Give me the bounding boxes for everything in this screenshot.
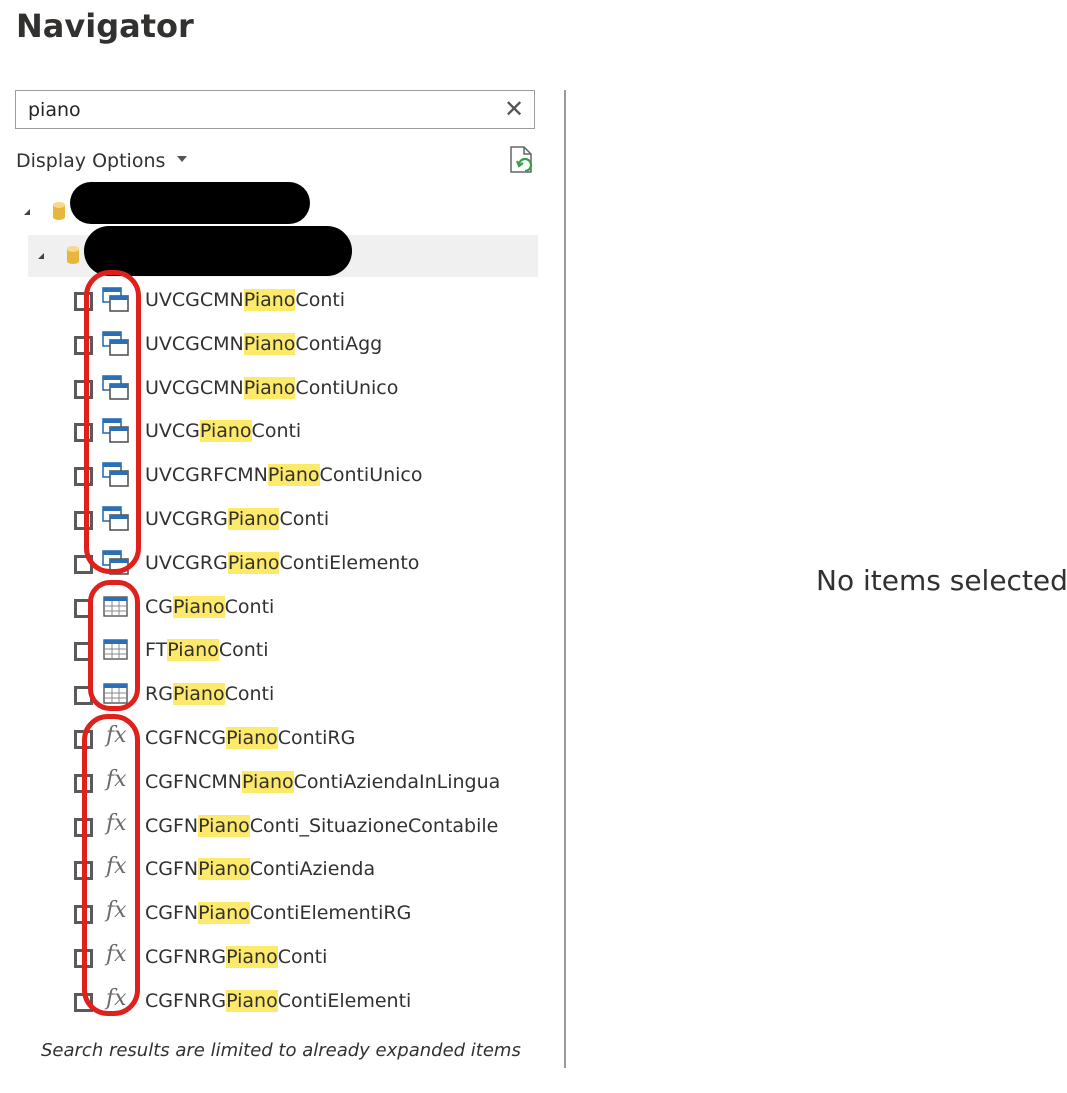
annotation-circle-views (84, 270, 141, 574)
list-item[interactable]: fx CGFNRGPianoContiElementi (70, 982, 540, 1022)
list-item[interactable]: fx CGFNPianoContiElementiRG (70, 894, 540, 934)
list-item[interactable]: RGPianoConti (70, 675, 540, 715)
caret-down-icon (177, 155, 188, 162)
search-highlight: Piano (226, 946, 278, 968)
search-highlight: Piano (199, 420, 252, 442)
item-label: UVCGCMNPianoContiUnico (145, 377, 399, 399)
search-highlight: Piano (243, 289, 296, 311)
redaction-mark (84, 226, 352, 276)
item-label: CGFNRGPianoConti (145, 946, 328, 968)
expand-triangle-icon[interactable] (38, 253, 44, 259)
search-highlight: Piano (173, 596, 225, 618)
database-icon (67, 246, 79, 264)
display-options-dropdown[interactable]: Display Options (16, 148, 188, 174)
list-item[interactable]: fx CGFNPianoContiAzienda (70, 850, 540, 890)
item-label: CGFNPianoContiElementiRG (145, 902, 412, 924)
refresh-document-icon[interactable] (508, 145, 536, 175)
display-options-label: Display Options (16, 150, 166, 172)
pane-divider[interactable] (564, 90, 566, 1068)
list-item[interactable]: fx CGFNCGPianoContiRG (70, 719, 540, 759)
redaction-mark (70, 182, 310, 224)
search-highlight: Piano (243, 333, 296, 355)
annotation-circle-tables (88, 580, 140, 711)
item-label: UVCGCMNPianoConti (145, 289, 346, 311)
close-icon[interactable]: ✕ (502, 96, 526, 122)
search-highlight: Piano (226, 990, 278, 1012)
item-label: UVCGRGPianoContiElemento (145, 552, 420, 574)
item-label: UVCGRGPianoConti (145, 508, 330, 530)
annotation-circle-functions (82, 714, 140, 1016)
database-icon (53, 202, 65, 220)
item-label: CGFNRGPianoContiElementi (145, 990, 412, 1012)
item-label: CGFNPianoContiAzienda (145, 858, 376, 880)
search-highlight: Piano (242, 771, 294, 793)
item-label: FTPianoConti (145, 639, 269, 661)
preview-empty-message: No items selected (816, 564, 1067, 597)
list-item[interactable]: CGPianoConti (70, 588, 540, 628)
list-item[interactable]: fx CGFNPianoConti_SituazioneContabile (70, 807, 540, 847)
search-highlight: Piano (167, 639, 219, 661)
list-item[interactable]: fx CGFNRGPianoConti (70, 938, 540, 978)
search-highlight: Piano (198, 815, 250, 837)
search-input[interactable] (16, 91, 496, 128)
item-label: CGFNCGPianoContiRG (145, 727, 356, 749)
search-highlight: Piano (226, 727, 278, 749)
list-item[interactable]: fx CGFNCMNPianoContiAziendaInLingua (70, 763, 540, 803)
expand-triangle-icon[interactable] (24, 209, 30, 215)
search-highlight: Piano (227, 552, 280, 574)
search-highlight: Piano (172, 683, 225, 705)
list-item[interactable]: FTPianoConti (70, 631, 540, 671)
item-label: CGFNCMNPianoContiAziendaInLingua (145, 771, 501, 793)
item-label: UVCGCMNPianoContiAgg (145, 333, 383, 355)
search-highlight: Piano (243, 377, 296, 399)
item-label: CGFNPianoConti_SituazioneContabile (145, 815, 499, 837)
item-label: RGPianoConti (145, 683, 275, 705)
search-highlight: Piano (267, 464, 320, 486)
navigator-title: Navigator (16, 7, 194, 45)
item-label: UVCGRFCMNPianoContiUnico (145, 464, 423, 486)
item-label: UVCGPianoConti (145, 420, 302, 442)
search-footnote: Search results are limited to already ex… (41, 1040, 521, 1061)
search-highlight: Piano (198, 902, 250, 924)
search-box: ✕ (15, 90, 535, 129)
item-label: CGPianoConti (145, 596, 275, 618)
search-highlight: Piano (198, 858, 250, 880)
search-highlight: Piano (227, 508, 280, 530)
